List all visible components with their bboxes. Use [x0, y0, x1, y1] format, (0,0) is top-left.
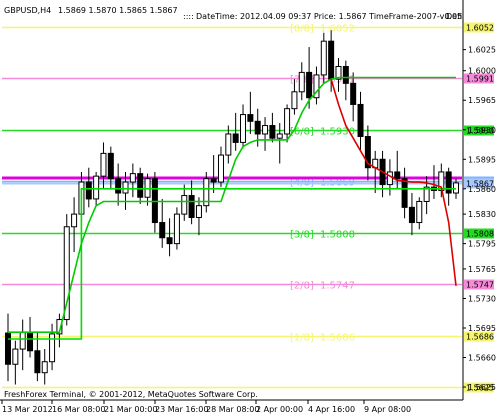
candle-body	[276, 133, 283, 139]
level-axis-label: 1.6052	[466, 24, 494, 33]
x-tick-label: 2 Apr 00:00	[256, 405, 303, 414]
chart-window: [8/8]1.6052[7/8]1.5991[6/8]1.5930[4/8]1.…	[0, 0, 497, 416]
candle-body	[232, 133, 239, 143]
candle-body	[342, 65, 349, 84]
candle-body	[401, 178, 408, 208]
y-axis: 1.60521.59911.59301.58691.58081.57471.56…	[463, 22, 496, 393]
x-tick-label: 23 Mar 16:00	[155, 405, 208, 414]
candle-body	[166, 237, 173, 245]
candle-body	[85, 181, 92, 200]
candles-layer	[5, 30, 459, 385]
y-tick-label: 1.5830	[468, 210, 496, 219]
y-tick-label: 1.6000	[468, 67, 496, 76]
x-tick-label: 16 Mar 08:00	[52, 405, 105, 414]
candle-body	[217, 154, 224, 183]
candle-body	[225, 133, 232, 156]
candle-body	[19, 331, 26, 350]
candle-body	[144, 178, 151, 198]
indicator-lines-layer	[8, 76, 457, 340]
candle-body	[357, 103, 364, 138]
candle-body	[34, 350, 41, 374]
murrey-level-label: [8/8]	[290, 24, 314, 35]
y-tick-label: 1.5625	[468, 383, 496, 392]
chart-ohlc-label: 1.5869 1.5870 1.5865 1.5867	[58, 6, 178, 15]
candle-body	[240, 114, 247, 143]
candle-body	[254, 120, 261, 135]
y-tick-label: 1.5895	[468, 155, 496, 164]
murrey-level-value: 1.6052	[320, 24, 355, 35]
candle-body	[100, 152, 107, 177]
price-chart[interactable]: [8/8]1.6052[7/8]1.5991[6/8]1.5930[4/8]1.…	[0, 0, 497, 416]
y-tick-label: 1.5695	[468, 324, 496, 333]
candle-body	[41, 361, 48, 374]
x-tick-label: 21 Mar 00:00	[104, 405, 157, 414]
candle-body	[107, 152, 114, 180]
y-tick-label: 1.5965	[468, 96, 496, 105]
x-tick-label: 9 Apr 08:00	[364, 405, 411, 414]
murrey-level-value: 1.5686	[320, 333, 355, 344]
candle-body	[408, 206, 415, 224]
candle-body	[115, 178, 122, 194]
candle-body	[93, 175, 100, 200]
y-tick-label: 1.5795	[468, 240, 496, 249]
indicator-line	[8, 188, 456, 340]
y-tick-label: 1.5765	[468, 265, 496, 274]
candle-body	[195, 205, 202, 218]
candle-body	[445, 171, 452, 194]
indicator-line	[8, 76, 456, 333]
candle-body	[247, 114, 254, 122]
info-bullet: ::::	[183, 12, 194, 21]
murrey-level-value: 1.5747	[320, 281, 355, 292]
info-panel-clipped: Defi	[446, 12, 462, 21]
y-tick-label: 1.5730	[468, 294, 496, 303]
murrey-level-label: [1/8]	[290, 333, 314, 344]
level-axis-label: 1.5686	[466, 333, 494, 342]
candle-body	[159, 222, 166, 239]
y-tick-label: 1.6025	[468, 46, 496, 55]
x-tick-label: 13 Mar 2012	[2, 405, 53, 414]
y-tick-label: 1.5660	[468, 354, 496, 363]
candle-body	[306, 71, 313, 99]
candle-body	[151, 178, 158, 224]
chart-symbol-label: GBPUSD,H4	[4, 6, 51, 15]
candle-body	[122, 181, 129, 194]
murrey-level-label: [2/8]	[290, 281, 314, 292]
candle-body	[453, 182, 459, 194]
candle-body	[173, 213, 180, 245]
candle-body	[5, 332, 11, 365]
murrey-level-value: 1.5808	[320, 230, 355, 241]
candle-body	[27, 331, 34, 352]
candle-body	[328, 40, 335, 80]
candle-body	[129, 173, 136, 183]
murrey-level-label: [3/8]	[290, 230, 314, 241]
candle-body	[71, 213, 78, 228]
candle-body	[291, 91, 298, 110]
info-panel-text: DateTime: 2012.04.09 09:37 Price: 1.5867…	[196, 12, 462, 21]
x-tick-label: 28 Mar 08:00	[206, 405, 259, 414]
y-tick-label: 1.5860	[468, 185, 496, 194]
level-axis-label: 1.5991	[466, 75, 494, 84]
candle-body	[320, 40, 327, 76]
level-axis-label: 1.5747	[466, 281, 494, 290]
copyright-text: FreshForex Terminal, © 2001-2012, MetaQu…	[4, 390, 258, 399]
candle-body	[12, 348, 19, 365]
candle-body	[284, 108, 291, 135]
candle-body	[181, 195, 188, 215]
level-axis-label: 1.5808	[466, 230, 494, 239]
y-tick-label: 1.5930	[468, 126, 496, 135]
candle-body	[298, 71, 305, 93]
candle-body	[350, 82, 357, 105]
candle-body	[137, 173, 144, 198]
x-tick-label: 4 Apr 16:00	[308, 405, 355, 414]
candle-body	[188, 195, 195, 218]
candle-body	[416, 200, 423, 224]
candle-body	[49, 333, 56, 363]
x-axis: 13 Mar 2012 16 Mar 08:0021 Mar 00:0023 Ma…	[1, 400, 411, 414]
candle-body	[210, 178, 217, 183]
candle-body	[262, 125, 269, 135]
candle-body	[269, 125, 276, 139]
candle-body	[394, 171, 401, 180]
candle-body	[386, 171, 393, 186]
